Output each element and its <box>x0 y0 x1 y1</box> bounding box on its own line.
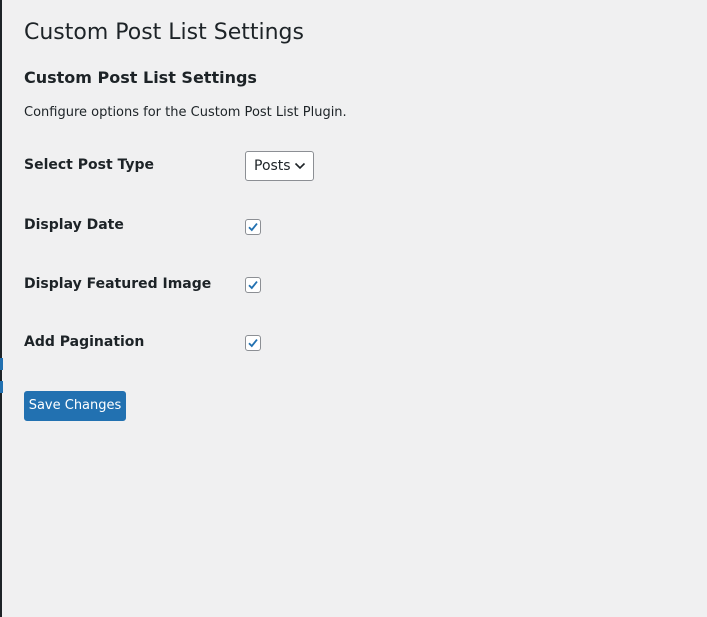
add-pagination-checkbox[interactable] <box>245 335 261 351</box>
add-pagination-label: Add Pagination <box>24 334 145 350</box>
post-type-label: Select Post Type <box>24 157 155 173</box>
admin-sidebar-edge <box>0 0 2 617</box>
display-featured-image-checkbox[interactable] <box>245 277 261 293</box>
sidebar-active-marker <box>0 381 3 393</box>
save-changes-button[interactable]: Save Changes <box>24 391 126 421</box>
page-title: Custom Post List Settings <box>24 20 304 45</box>
checkmark-icon <box>248 281 258 290</box>
sidebar-active-marker <box>0 358 3 370</box>
checkmark-icon <box>248 339 258 348</box>
checkmark-icon <box>248 223 258 232</box>
display-date-label: Display Date <box>24 217 124 233</box>
display-featured-image-label: Display Featured Image <box>24 276 212 292</box>
post-type-selected-value: Posts <box>254 158 291 174</box>
chevron-down-icon <box>294 162 306 170</box>
display-date-checkbox[interactable] <box>245 219 261 235</box>
section-title: Custom Post List Settings <box>24 68 257 87</box>
post-type-select[interactable]: Posts <box>245 151 314 181</box>
section-description: Configure options for the Custom Post Li… <box>24 105 347 120</box>
